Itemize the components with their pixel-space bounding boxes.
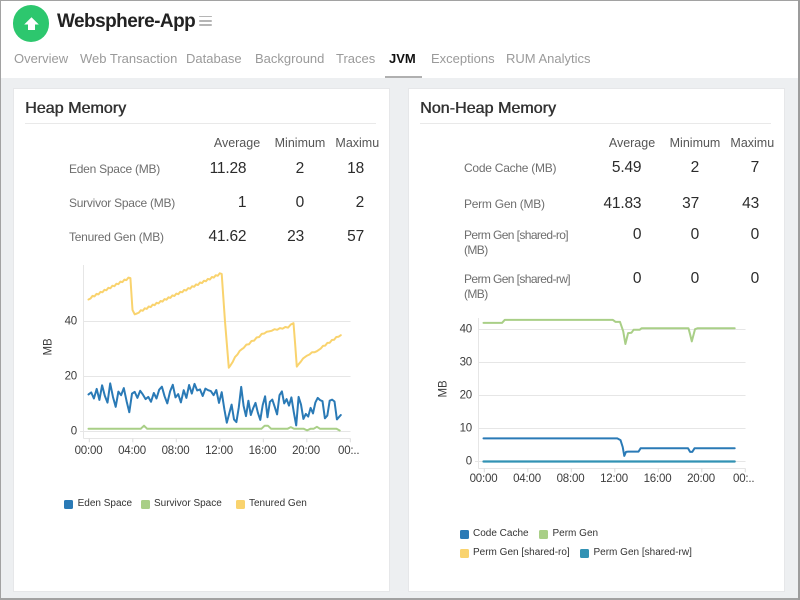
svg-text:08:00: 08:00 — [557, 473, 585, 485]
svg-text:20: 20 — [460, 389, 472, 401]
svg-text:40: 40 — [460, 323, 472, 335]
svg-text:00:00: 00:00 — [470, 473, 498, 485]
svg-text:20:00: 20:00 — [292, 445, 320, 457]
svg-text:08:00: 08:00 — [162, 445, 190, 457]
svg-text:12:00: 12:00 — [205, 445, 233, 457]
svg-text:MB: MB — [438, 380, 450, 397]
svg-text:16:00: 16:00 — [644, 473, 672, 485]
svg-text:04:00: 04:00 — [118, 445, 146, 457]
svg-text:MB: MB — [43, 338, 55, 355]
svg-text:0: 0 — [71, 425, 77, 437]
svg-text:30: 30 — [460, 356, 472, 368]
svg-text:04:00: 04:00 — [513, 473, 541, 485]
svg-text:10: 10 — [460, 422, 472, 434]
svg-text:0: 0 — [466, 455, 472, 467]
svg-text:20:00: 20:00 — [687, 473, 715, 485]
svg-text:20: 20 — [65, 370, 77, 382]
svg-text:00:00: 00:00 — [75, 445, 103, 457]
svg-text:16:00: 16:00 — [249, 445, 277, 457]
svg-text:12:00: 12:00 — [600, 473, 628, 485]
svg-text:00:..: 00:.. — [733, 473, 754, 485]
svg-text:00:..: 00:.. — [338, 445, 359, 457]
svg-text:40: 40 — [65, 315, 77, 327]
